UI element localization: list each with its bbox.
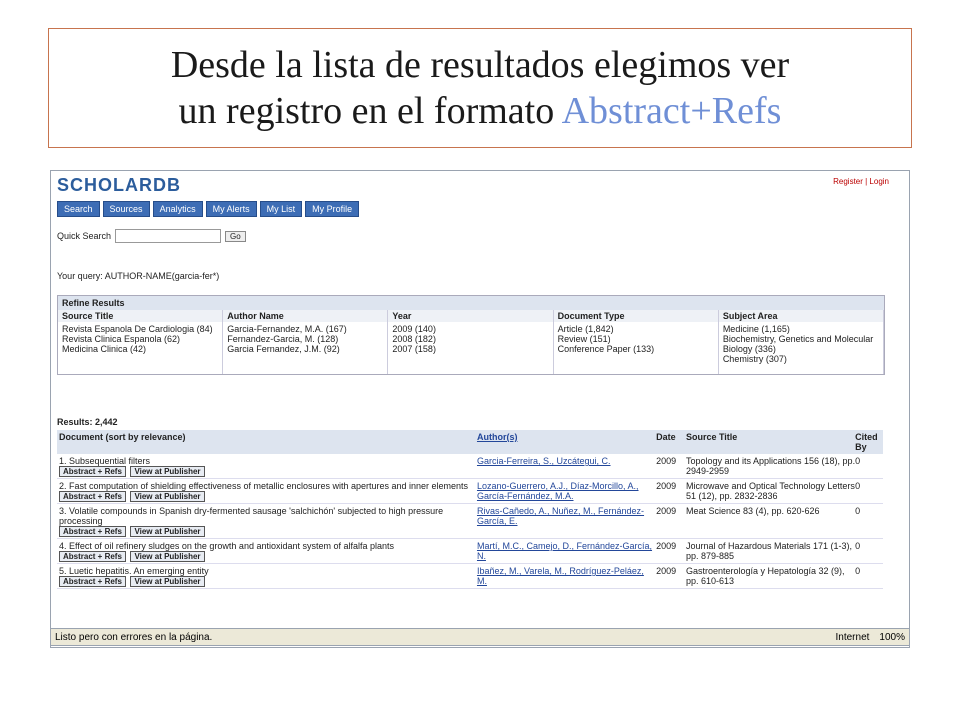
year: 2009 <box>656 456 677 466</box>
refine-column-title: Source Title <box>58 310 223 322</box>
refine-option[interactable]: Garcia-Fernandez, M.A. (167) <box>227 324 383 334</box>
table-row: 2. Fast computation of shielding effecti… <box>57 479 883 504</box>
view-publisher-button[interactable]: View at Publisher <box>130 491 205 502</box>
results-table: Results: 2,442 Document (sort by relevan… <box>57 417 883 589</box>
authors[interactable]: Lozano-Guerrero, A.J., Díaz-Morcillo, A.… <box>477 481 656 501</box>
query-text: Your query: AUTHOR-NAME(garcia-fer*) <box>57 271 220 281</box>
refine-option[interactable]: Garcia Fernandez, J.M. (92) <box>227 344 383 354</box>
source-title: Topology and its Applications 156 (18), … <box>685 456 856 476</box>
source-title: Gastroenterología y Hepatología 32 (9), … <box>685 566 845 586</box>
app-logo: SCHOLARDB <box>57 175 181 195</box>
browser-window: SCHOLARDB Register | Login Search Source… <box>50 170 910 648</box>
status-text: Listo pero con errores en la página. <box>55 631 213 643</box>
quick-search: Quick Search Go <box>57 229 246 243</box>
refine-column-title: Year <box>388 310 553 322</box>
refine-option[interactable]: 2009 (140) <box>392 324 548 334</box>
column-header[interactable]: Cited By <box>855 432 881 452</box>
nav-sources[interactable]: Sources <box>102 201 150 217</box>
source-title: Journal of Hazardous Materials 171 (1-3)… <box>685 541 853 561</box>
refine-column-title: Document Type <box>553 310 718 322</box>
refine-option[interactable]: 2007 (158) <box>392 344 548 354</box>
refine-option[interactable]: Revista Espanola De Cardiologia (84) <box>62 324 218 334</box>
refine-option[interactable]: Review (151) <box>558 334 714 344</box>
status-bar: Listo pero con errores en la página. Int… <box>50 628 910 646</box>
table-row: 5. Luetic hepatitis. An emerging entity … <box>57 564 883 589</box>
doc-title[interactable]: 5. Luetic hepatitis. An emerging entity <box>59 566 477 576</box>
column-header[interactable]: Date <box>656 432 686 452</box>
table-row: 4. Effect of oil refinery sludges on the… <box>57 539 883 564</box>
zoom-text[interactable]: 100% <box>879 632 905 643</box>
nav-analytics[interactable]: Analytics <box>152 201 203 217</box>
abstract-refs-button[interactable]: Abstract + Refs <box>59 551 126 562</box>
go-button[interactable]: Go <box>225 230 246 242</box>
refine-panel: Refine Results Source Title Revista Espan… <box>57 295 885 375</box>
refine-column: Year 2009 (140) 2008 (182) 2007 (158) <box>388 310 554 374</box>
year: 2009 <box>656 541 677 551</box>
source-title: Microwave and Optical Technology Letters… <box>685 481 855 501</box>
results-count: Results: 2,442 <box>57 417 118 427</box>
nav-list[interactable]: My List <box>259 201 303 217</box>
refine-option[interactable]: Fernandez-Garcia, M. (128) <box>227 334 383 344</box>
refine-column: Document Type Article (1,842) Review (151)… <box>553 310 719 374</box>
nav-search[interactable]: Search <box>57 201 100 217</box>
slide-title: Desde la lista de resultados elegimos ve… <box>48 28 912 148</box>
refine-title: Refine Results <box>58 296 884 310</box>
source-title: Meat Science 83 (4), pp. 620-626 <box>685 506 820 516</box>
year: 2009 <box>656 566 677 576</box>
authors[interactable]: Garcia-Ferreira, S., Uzcátegui, C. <box>477 456 656 476</box>
refine-option[interactable]: Revista Clinica Espanola (62) <box>62 334 218 344</box>
nav-alerts[interactable]: My Alerts <box>205 201 257 217</box>
authors[interactable]: Ibañez, M., Varela, M., Rodríguez-Peláez… <box>477 566 656 586</box>
refine-option[interactable]: 2008 (182) <box>392 334 548 344</box>
top-links[interactable]: Register | Login <box>833 177 889 186</box>
refine-option[interactable]: Chemistry (307) <box>723 354 879 364</box>
refine-column-title: Subject Area <box>718 310 884 322</box>
doc-title[interactable]: 4. Effect of oil refinery sludges on the… <box>59 541 477 551</box>
refine-option[interactable]: Biochemistry, Genetics and Molecular Bio… <box>723 334 879 354</box>
cited-by: 0 <box>855 506 861 516</box>
doc-title[interactable]: 2. Fast computation of shielding effecti… <box>59 481 477 491</box>
view-publisher-button[interactable]: View at Publisher <box>130 551 205 562</box>
table-row: 3. Volatile compounds in Spanish dry-fer… <box>57 504 883 539</box>
refine-option[interactable]: Medicina Clinica (42) <box>62 344 218 354</box>
refine-column: Source Title Revista Espanola De Cardiolo… <box>58 310 224 374</box>
nav-bar: Search Sources Analytics My Alerts My Li… <box>57 201 360 217</box>
authors[interactable]: Rivas-Cañedo, A., Nuñez, M., Fernández-G… <box>477 506 656 536</box>
cited-by: 0 <box>855 541 861 551</box>
column-header[interactable]: Author(s) <box>477 432 656 452</box>
search-input[interactable] <box>115 229 222 243</box>
refine-option[interactable]: Conference Paper (133) <box>558 344 714 354</box>
highlight-text: Abstract+Refs <box>561 90 782 132</box>
view-publisher-button[interactable]: View at Publisher <box>130 576 205 587</box>
search-label: Quick Search <box>57 231 112 241</box>
refine-column-title: Author Name <box>223 310 388 322</box>
year: 2009 <box>656 481 677 491</box>
view-publisher-button[interactable]: View at Publisher <box>130 526 205 537</box>
nav-profile[interactable]: My Profile <box>305 201 360 217</box>
refine-option[interactable]: Article (1,842) <box>558 324 714 334</box>
refine-option[interactable]: Medicine (1,165) <box>723 324 879 334</box>
doc-title[interactable]: 1. Subsequential filters <box>59 456 477 466</box>
refine-column: Subject Area Medicine (1,165) Biochemistry… <box>718 310 885 374</box>
abstract-refs-button[interactable]: Abstract + Refs <box>59 576 126 587</box>
authors[interactable]: Martí, M.C., Camejo, D., Fernández-Garcí… <box>477 541 656 561</box>
cited-by: 0 <box>855 456 861 466</box>
table-row: 1. Subsequential filters Abstract + Refs… <box>57 454 883 479</box>
doc-title[interactable]: 3. Volatile compounds in Spanish dry-fer… <box>59 506 477 526</box>
view-publisher-button[interactable]: View at Publisher <box>130 466 205 477</box>
abstract-refs-button[interactable]: Abstract + Refs <box>59 491 126 502</box>
column-header[interactable]: Source Title <box>686 432 855 452</box>
cited-by: 0 <box>855 481 861 491</box>
year: 2009 <box>656 506 677 516</box>
zone-text: Internet <box>835 631 870 643</box>
abstract-refs-button[interactable]: Abstract + Refs <box>59 526 126 537</box>
refine-column: Author Name Garcia-Fernandez, M.A. (167) F… <box>223 310 389 374</box>
abstract-refs-button[interactable]: Abstract + Refs <box>59 466 126 477</box>
column-header[interactable]: Document (sort by relevance) <box>59 432 477 452</box>
cited-by: 0 <box>855 566 861 576</box>
